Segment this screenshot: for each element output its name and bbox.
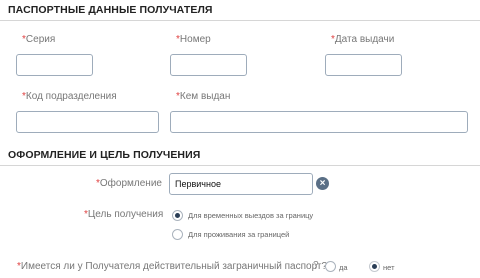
series-input[interactable] [16,54,93,76]
issue-date-input[interactable] [325,54,402,76]
radio-yes[interactable] [325,261,336,272]
number-label: *Номер [176,34,211,45]
series-label: *Серия [22,34,56,45]
issued-by-label: *Кем выдан [176,91,231,102]
purpose-label: *Цель получения [84,209,164,220]
help-icon[interactable]: ? [313,260,319,271]
section-title-passport: ПАСПОРТНЫЕ ДАННЫЕ ПОЛУЧАТЕЛЯ [8,4,213,16]
division-code-input[interactable] [16,111,159,133]
radio-no[interactable] [369,261,380,272]
clear-icon[interactable]: × [316,177,329,190]
section-divider [0,20,480,21]
option-yes[interactable]: да [339,263,348,272]
radio-temporary-travel[interactable] [172,210,183,221]
option-no[interactable]: нет [383,263,395,272]
option-residence-abroad[interactable]: Для проживания за границей [188,230,289,239]
section-divider [0,165,480,166]
option-temporary-travel[interactable]: Для временных выездов за границу [188,211,313,220]
registration-type-label: *Оформление [96,178,162,189]
division-code-label: *Код подразделения [22,91,117,102]
has-passport-question: *Имеется ли у Получателя действительный … [17,261,328,272]
number-input[interactable] [170,54,247,76]
issued-by-input[interactable] [170,111,468,133]
registration-type-value: Первичное [175,179,221,189]
registration-type-select[interactable]: Первичное [169,173,313,195]
radio-residence-abroad[interactable] [172,229,183,240]
section-title-registration: ОФОРМЛЕНИЕ И ЦЕЛЬ ПОЛУЧЕНИЯ [8,149,201,161]
issue-date-label: *Дата выдачи [331,34,395,45]
